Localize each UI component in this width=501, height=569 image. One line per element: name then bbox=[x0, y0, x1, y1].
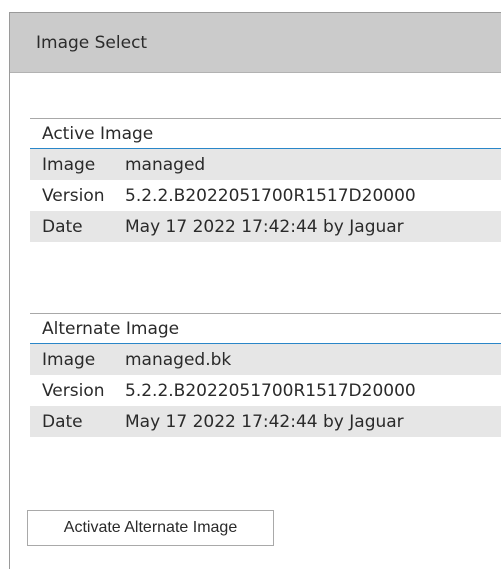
row-key: Date bbox=[42, 216, 83, 237]
active-image-name: managed bbox=[125, 154, 206, 175]
alternate-image-title: Alternate Image bbox=[30, 313, 501, 344]
activate-alternate-image-button[interactable]: Activate Alternate Image bbox=[27, 510, 274, 546]
row-key: Version bbox=[42, 185, 105, 206]
alternate-image-name: managed.bk bbox=[125, 349, 232, 370]
panel-title: Image Select bbox=[10, 13, 501, 73]
row-key: Date bbox=[42, 411, 83, 432]
alternate-image-section: Alternate Image Image managed.bk Version… bbox=[30, 313, 501, 437]
alternate-image-row-version: Version 5.2.2.B2022051700R1517D20000 bbox=[30, 375, 501, 406]
alternate-image-version: 5.2.2.B2022051700R1517D20000 bbox=[125, 380, 416, 401]
active-image-section: Active Image Image managed Version 5.2.2… bbox=[30, 118, 501, 242]
alternate-image-row-image: Image managed.bk bbox=[30, 344, 501, 375]
alternate-image-row-date: Date May 17 2022 17:42:44 by Jaguar bbox=[30, 406, 501, 437]
active-image-date: May 17 2022 17:42:44 by Jaguar bbox=[125, 216, 404, 237]
row-key: Image bbox=[42, 349, 96, 370]
active-image-row-version: Version 5.2.2.B2022051700R1517D20000 bbox=[30, 180, 501, 211]
image-select-panel: Image Select Active Image Image managed … bbox=[9, 12, 501, 569]
active-image-version: 5.2.2.B2022051700R1517D20000 bbox=[125, 185, 416, 206]
row-key: Version bbox=[42, 380, 105, 401]
alternate-image-date: May 17 2022 17:42:44 by Jaguar bbox=[125, 411, 404, 432]
row-key: Image bbox=[42, 154, 96, 175]
active-image-title: Active Image bbox=[30, 118, 501, 149]
active-image-row-image: Image managed bbox=[30, 149, 501, 180]
active-image-row-date: Date May 17 2022 17:42:44 by Jaguar bbox=[30, 211, 501, 242]
